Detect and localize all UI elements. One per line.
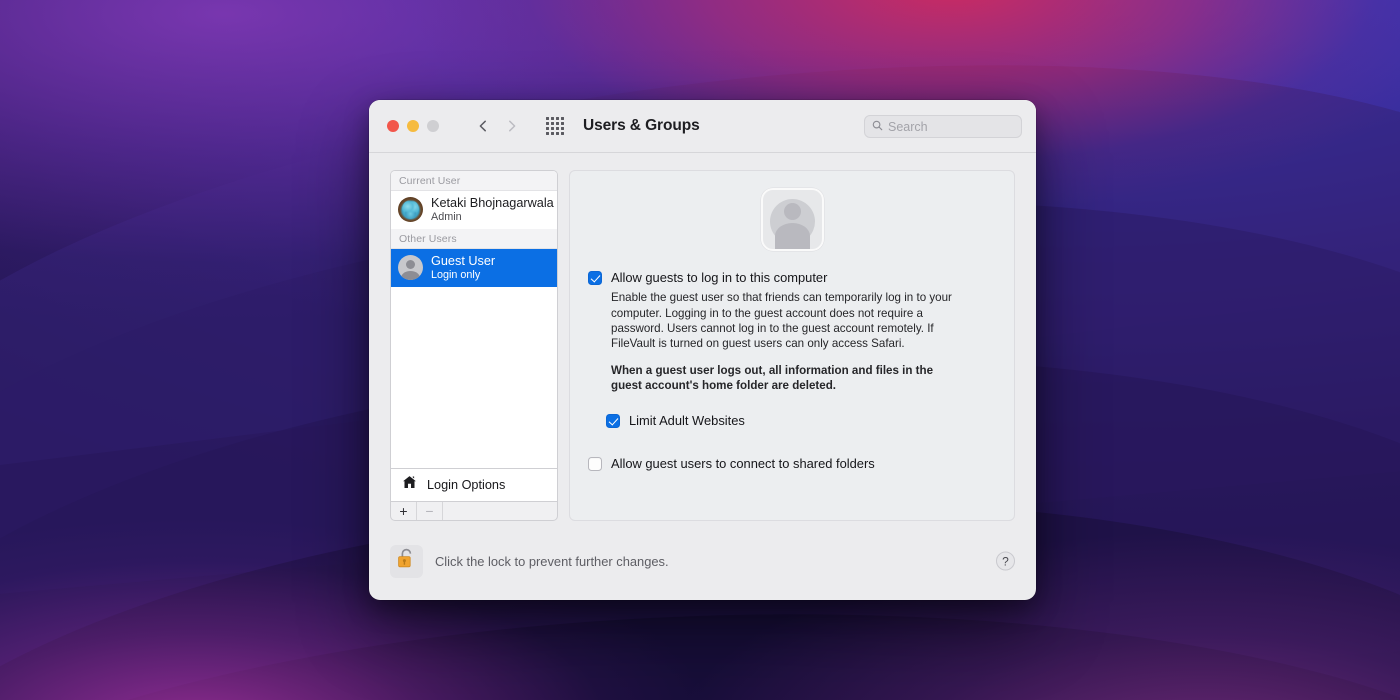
panel-avatar-wrap	[588, 188, 996, 251]
window-body: Current User Ketaki Bhojnagarwala Admin …	[369, 153, 1036, 522]
close-button[interactable]	[387, 120, 399, 132]
guest-settings-panel: Allow guests to log in to this computer …	[569, 170, 1015, 521]
navigation-buttons	[475, 118, 520, 134]
group-header-other-users: Other Users	[391, 229, 557, 249]
show-all-preferences-icon[interactable]	[546, 117, 564, 135]
shared-folders-label: Allow guest users to connect to shared f…	[611, 455, 875, 471]
limit-adult-websites-row[interactable]: Limit Adult Websites	[606, 413, 996, 429]
lock-button[interactable]	[390, 544, 423, 578]
toolbar-filler	[443, 502, 557, 520]
home-icon	[401, 474, 418, 496]
search-input[interactable]	[888, 119, 1014, 134]
generic-user-icon	[398, 255, 423, 280]
login-options-label: Login Options	[427, 478, 506, 492]
search-field[interactable]	[864, 115, 1022, 138]
add-user-button[interactable]: +	[391, 502, 417, 520]
user-name: Guest User	[431, 254, 496, 268]
window-title: Users & Groups	[583, 117, 700, 134]
search-icon	[872, 118, 883, 136]
forward-chevron-icon	[504, 118, 520, 134]
user-list-toolbar: + −	[390, 501, 558, 521]
unlocked-padlock-icon	[396, 547, 417, 575]
window-titlebar: Users & Groups	[369, 100, 1036, 153]
guest-description-warning: When a guest user logs out, all informat…	[611, 363, 934, 392]
user-row-current[interactable]: Ketaki Bhojnagarwala Admin	[391, 191, 557, 229]
users-and-groups-window: Users & Groups Current User Ketaki Bhojn…	[369, 100, 1036, 600]
group-header-current-user: Current User	[391, 171, 557, 191]
shared-folders-row[interactable]: Allow guest users to connect to shared f…	[588, 456, 996, 471]
user-role: Login only	[431, 268, 481, 281]
limit-adult-websites-checkbox[interactable]	[606, 414, 620, 429]
avatar	[398, 197, 423, 222]
window-footer: Click the lock to prevent further change…	[369, 522, 1036, 600]
limit-adult-websites-label: Limit Adult Websites	[629, 413, 745, 429]
generic-user-placeholder-icon[interactable]	[760, 188, 824, 251]
desktop-wallpaper: Users & Groups Current User Ketaki Bhojn…	[0, 0, 1400, 700]
allow-guests-label: Allow guests to log in to this computer	[611, 270, 828, 285]
guest-description: Enable the guest user so that friends ca…	[611, 291, 952, 351]
user-row-guest[interactable]: Guest User Login only	[391, 249, 557, 287]
traffic-light-buttons	[387, 120, 439, 132]
user-list: Current User Ketaki Bhojnagarwala Admin …	[390, 170, 558, 468]
remove-user-button: −	[417, 502, 443, 520]
back-chevron-icon[interactable]	[475, 118, 491, 134]
lock-status-text: Click the lock to prevent further change…	[435, 553, 669, 569]
help-button[interactable]: ?	[996, 551, 1015, 571]
zoom-button[interactable]	[427, 120, 439, 132]
login-options-button[interactable]: Login Options	[390, 468, 558, 501]
shared-folders-checkbox[interactable]	[588, 456, 602, 471]
allow-guests-checkbox[interactable]	[588, 271, 602, 285]
allow-guests-checkbox-row[interactable]: Allow guests to log in to this computer	[588, 270, 996, 285]
minimize-button[interactable]	[407, 120, 419, 132]
user-role: Admin	[431, 210, 462, 223]
user-name: Ketaki Bhojnagarwala	[431, 196, 554, 210]
users-sidebar: Current User Ketaki Bhojnagarwala Admin …	[390, 170, 558, 521]
